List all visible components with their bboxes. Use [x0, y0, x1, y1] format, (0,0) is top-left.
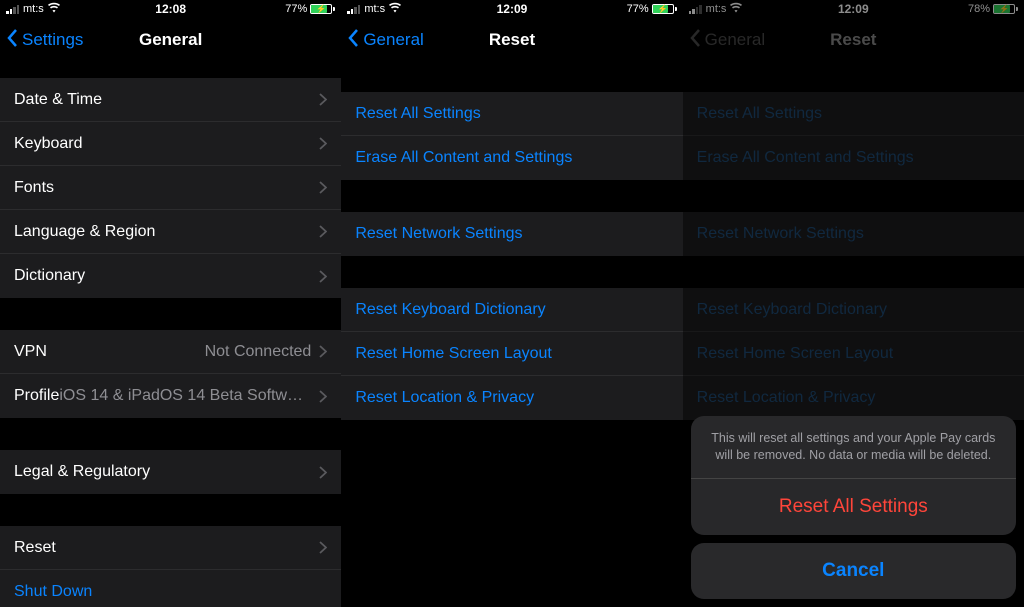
- row-legal[interactable]: Legal & Regulatory: [0, 450, 341, 494]
- back-button[interactable]: General: [347, 28, 423, 53]
- row-keyboard[interactable]: Keyboard: [0, 122, 341, 166]
- clock: 12:09: [497, 2, 528, 16]
- screen-reset-confirm: mt:s 12:09 78% ⚡ General Reset Reset All…: [683, 0, 1024, 607]
- row-reset-keyboard-dict[interactable]: Reset Keyboard Dictionary: [341, 288, 682, 332]
- row-reset-location-privacy[interactable]: Reset Location & Privacy: [341, 376, 682, 420]
- nav-bar: Settings General: [0, 18, 341, 62]
- action-sheet: This will reset all settings and your Ap…: [683, 0, 1024, 607]
- row-reset[interactable]: Reset: [0, 526, 341, 570]
- row-profile[interactable]: ProfileiOS 14 & iPadOS 14 Beta Softwar..…: [0, 374, 341, 418]
- action-sheet-reset-button[interactable]: Reset All Settings: [691, 479, 1016, 535]
- clock: 12:08: [155, 2, 186, 16]
- nav-title: Reset: [489, 30, 535, 50]
- wifi-icon: [48, 2, 60, 17]
- row-fonts[interactable]: Fonts: [0, 166, 341, 210]
- action-sheet-group: This will reset all settings and your Ap…: [691, 416, 1016, 535]
- row-erase-all[interactable]: Erase All Content and Settings: [341, 136, 682, 180]
- chevron-right-icon: [319, 137, 327, 150]
- back-label: General: [363, 30, 423, 50]
- battery-icon: ⚡: [652, 4, 677, 14]
- battery-icon: ⚡: [310, 4, 335, 14]
- battery-pct: 77%: [285, 3, 307, 15]
- carrier-label: mt:s: [23, 3, 44, 15]
- action-sheet-message: This will reset all settings and your Ap…: [691, 416, 1016, 479]
- back-label: Settings: [22, 30, 83, 50]
- chevron-right-icon: [319, 466, 327, 479]
- chevron-right-icon: [319, 390, 327, 403]
- row-reset-all-settings[interactable]: Reset All Settings: [341, 92, 682, 136]
- nav-title: General: [139, 30, 202, 50]
- row-vpn[interactable]: VPNNot Connected: [0, 330, 341, 374]
- nav-bar: General Reset: [341, 18, 682, 62]
- chevron-right-icon: [319, 541, 327, 554]
- chevron-right-icon: [319, 181, 327, 194]
- row-reset-home-layout[interactable]: Reset Home Screen Layout: [341, 332, 682, 376]
- chevron-right-icon: [319, 225, 327, 238]
- settings-list: Date & Time Keyboard Fonts Language & Re…: [0, 78, 341, 607]
- profile-value: iOS 14 & iPadOS 14 Beta Softwar...: [59, 387, 319, 405]
- chevron-right-icon: [319, 345, 327, 358]
- reset-list: Reset All Settings Erase All Content and…: [341, 92, 682, 420]
- vpn-status: Not Connected: [47, 343, 319, 361]
- row-language-region[interactable]: Language & Region: [0, 210, 341, 254]
- row-date-time[interactable]: Date & Time: [0, 78, 341, 122]
- row-dictionary[interactable]: Dictionary: [0, 254, 341, 298]
- status-bar: mt:s 12:09 77% ⚡: [341, 0, 682, 18]
- carrier-label: mt:s: [364, 3, 385, 15]
- back-button[interactable]: Settings: [6, 28, 83, 53]
- chevron-left-icon: [6, 28, 20, 53]
- chevron-right-icon: [319, 93, 327, 106]
- action-sheet-cancel-button[interactable]: Cancel: [691, 543, 1016, 599]
- battery-pct: 77%: [627, 3, 649, 15]
- row-shutdown[interactable]: Shut Down: [0, 570, 341, 607]
- screen-reset: mt:s 12:09 77% ⚡ General Reset Reset All…: [341, 0, 682, 607]
- screen-general: mt:s 12:08 77% ⚡ Settings General Date &…: [0, 0, 341, 607]
- status-bar: mt:s 12:08 77% ⚡: [0, 0, 341, 18]
- chevron-right-icon: [319, 270, 327, 283]
- signal-icon: [347, 5, 360, 14]
- row-reset-network[interactable]: Reset Network Settings: [341, 212, 682, 256]
- signal-icon: [6, 5, 19, 14]
- wifi-icon: [389, 2, 401, 17]
- chevron-left-icon: [347, 28, 361, 53]
